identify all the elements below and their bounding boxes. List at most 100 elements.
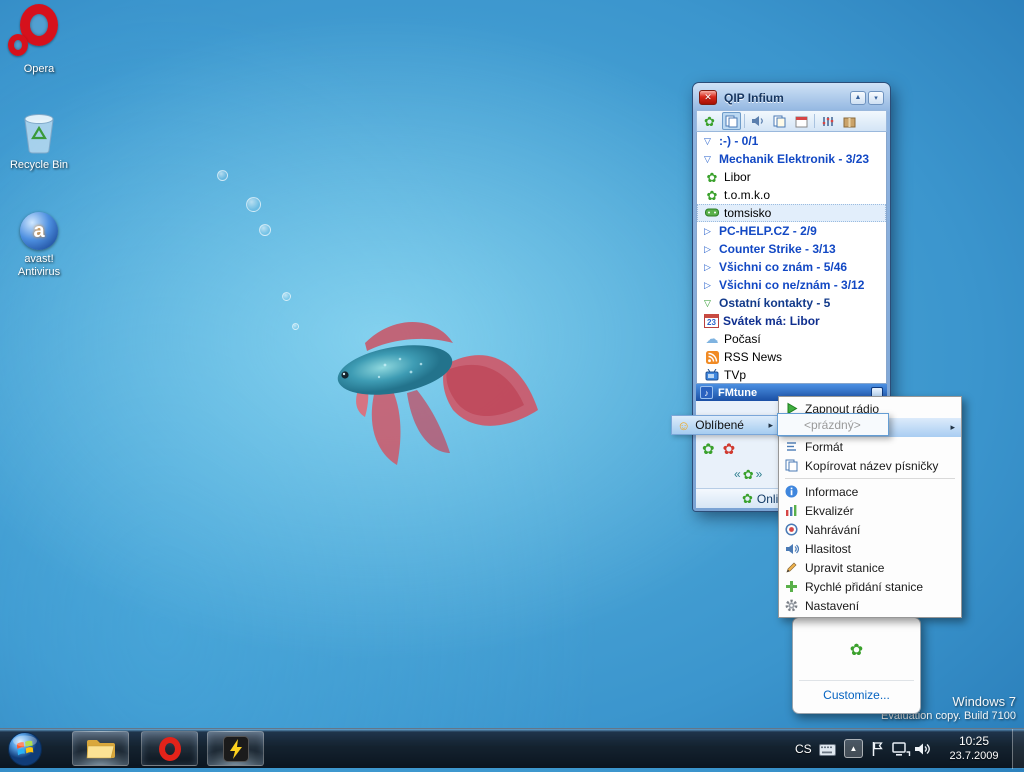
status-button[interactable]: ✿: [700, 112, 719, 130]
network-icon[interactable]: [892, 742, 911, 757]
menu-item-format[interactable]: Formát: [779, 437, 961, 456]
menu-item-label: Rychlé přidání stanice: [805, 580, 923, 594]
group-smiley[interactable]: ▽ :-) - 0/1: [697, 132, 886, 150]
volume-icon: [785, 543, 799, 555]
status-flower-green-icon[interactable]: ✿: [702, 443, 715, 456]
menu-item-ekvalizer[interactable]: Ekvalizér: [779, 501, 961, 520]
window-menu-icon: ▾: [874, 94, 878, 102]
package-icon: [843, 115, 856, 128]
windows-orb-icon: [7, 731, 43, 767]
group-counter-strike[interactable]: ▷ Counter Strike - 3/13: [697, 240, 886, 258]
customize-link[interactable]: Customize...: [797, 681, 916, 702]
contact-name: tomsisko: [724, 206, 771, 220]
keyboard-icon[interactable]: [819, 744, 836, 756]
taskbar-button-lightning-app[interactable]: [207, 731, 264, 766]
desktop-icon-opera[interactable]: Opera: [0, 4, 78, 76]
cloud-icon: ☁: [704, 331, 720, 347]
copy-pages-icon: [773, 115, 786, 128]
bubble: [282, 292, 291, 301]
event-label: Svátek má: Libor: [723, 314, 820, 328]
taskbar-button-explorer[interactable]: [72, 731, 129, 766]
group-label: Mechanik Elektronik - 3/23: [719, 152, 869, 166]
start-button[interactable]: [7, 731, 43, 772]
rollup-button[interactable]: ▲: [850, 91, 866, 105]
expand-triangle-icon: ▷: [704, 244, 719, 255]
close-button[interactable]: ✕: [699, 90, 717, 105]
group-ostatni-kontakty[interactable]: ▽ Ostatní kontakty - 5: [697, 294, 886, 312]
bubble: [259, 224, 271, 236]
tv-icon: [705, 369, 719, 381]
history-button[interactable]: [770, 112, 789, 130]
plugin-pocasi[interactable]: ☁ Počasí: [697, 330, 886, 348]
add-icon: [785, 580, 798, 593]
recycle-bin-icon: [19, 110, 59, 156]
contact-name: Libor: [724, 170, 751, 184]
show-desktop-button[interactable]: [1012, 729, 1024, 769]
group-vsichni-co-znam[interactable]: ▷ Všichni co znám - 5/46: [697, 258, 886, 276]
taskbar: CS ▲ 10:25 23.7.2009: [0, 728, 1024, 768]
qip-toolbar: ✿: [696, 110, 887, 132]
calendar-button[interactable]: [792, 112, 811, 130]
clock[interactable]: 10:25 23.7.2009: [938, 734, 1010, 762]
group-label: PC-HELP.CZ - 2/9: [719, 224, 817, 238]
menu-item-rychle-pridani[interactable]: Rychlé přidání stanice: [779, 577, 961, 596]
window-title: QIP Infium: [724, 91, 848, 105]
plugin-tvp[interactable]: TVp: [697, 366, 886, 384]
menu-item-upravit-stanice[interactable]: Upravit stanice: [779, 558, 961, 577]
contact-tomko[interactable]: ✿ t.o.m.k.o: [697, 186, 886, 204]
guillemet-right-icon: »: [756, 467, 763, 481]
menu-item-nastaveni[interactable]: Nastavení: [779, 596, 961, 615]
avast-icon: a: [20, 212, 58, 250]
oblibene-submenu: <prázdný>: [777, 413, 889, 436]
sound-button[interactable]: [748, 112, 767, 130]
fmtune-label: FMtune: [718, 387, 757, 399]
tray-overflow-popup: ✿ Customize...: [792, 617, 921, 714]
group-mechanik-elektronik[interactable]: ▽ Mechanik Elektronik - 3/23: [697, 150, 886, 168]
menu-item-informace[interactable]: Informace: [779, 482, 961, 501]
expand-triangle-icon: ▷: [704, 226, 719, 237]
qip-tray-icon[interactable]: ✿: [850, 644, 863, 657]
group-label: Všichni co ne/znám - 3/12: [719, 278, 864, 292]
bubble: [217, 170, 228, 181]
menu-item-oblibene[interactable]: ☺ Oblíbené ▸: [671, 415, 779, 435]
status-flower-red-icon[interactable]: ✿: [723, 443, 736, 456]
gamepad-icon: [705, 208, 719, 218]
desktop-icon-label-line1: avast!: [0, 253, 78, 266]
betta-fish: [295, 295, 545, 470]
group-label: :-) - 0/1: [719, 134, 758, 148]
format-lines-icon: [785, 440, 798, 453]
transport-flower-icon[interactable]: ✿: [743, 468, 754, 481]
show-hidden-icons-button[interactable]: ▲: [844, 739, 863, 758]
menu-item-label: Ekvalizér: [805, 504, 854, 518]
window-menu-button[interactable]: ▾: [868, 91, 884, 105]
event-svatek[interactable]: 23 Svátek má: Libor: [697, 312, 886, 330]
submenu-arrow-icon: ▸: [768, 420, 773, 431]
contact-libor[interactable]: ✿ Libor: [697, 168, 886, 186]
language-indicator[interactable]: CS: [795, 742, 812, 756]
desktop-icon-recycle-bin[interactable]: Recycle Bin: [0, 110, 78, 172]
qip-titlebar[interactable]: ✕ QIP Infium ▲ ▾: [696, 85, 887, 110]
settings-button[interactable]: [818, 112, 837, 130]
menu-item-kopirovat[interactable]: Kopírovat název písničky: [779, 456, 961, 475]
toolbar-separator: [814, 114, 815, 128]
taskbar-button-opera[interactable]: [141, 731, 198, 766]
volume-tray-icon[interactable]: [914, 742, 931, 756]
plugins-button[interactable]: [840, 112, 859, 130]
menu-item-hlasitost[interactable]: Hlasitost: [779, 539, 961, 558]
expand-triangle-icon: ▷: [704, 262, 719, 273]
menu-item-nahravani[interactable]: Nahrávání: [779, 520, 961, 539]
group-pc-help[interactable]: ▷ PC-HELP.CZ - 2/9: [697, 222, 886, 240]
action-center-flag-icon[interactable]: [871, 741, 884, 757]
collapse-triangle-icon: ▽: [704, 154, 719, 165]
contact-tomsisko[interactable]: tomsisko: [697, 204, 886, 222]
profiles-icon: [725, 115, 738, 128]
plugin-rss-news[interactable]: RSS News: [697, 348, 886, 366]
online-status-icon: ✿: [742, 492, 753, 505]
up-arrow-icon: ▲: [850, 744, 858, 753]
group-vsichni-co-neznam[interactable]: ▷ Všichni co ne/znám - 3/12: [697, 276, 886, 294]
opera-logo-small-icon: [8, 34, 28, 56]
status-flower-icon: ✿: [704, 115, 715, 128]
menu-item-label: Nastavení: [805, 599, 859, 613]
desktop-icon-avast[interactable]: a avast! Antivirus: [0, 212, 78, 279]
profiles-button[interactable]: [722, 112, 741, 130]
